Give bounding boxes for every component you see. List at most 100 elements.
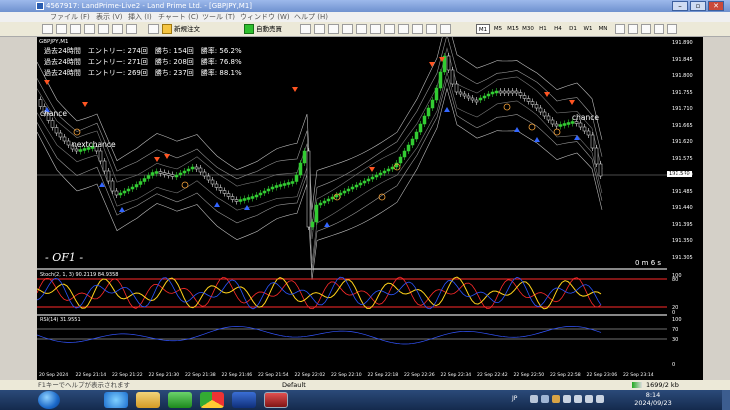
timeframe-m1[interactable]: M1 — [476, 24, 490, 34]
menu-help[interactable]: ヘルプ (H) — [294, 12, 328, 22]
clock[interactable]: 8:14 2024/09/23 — [628, 391, 678, 407]
rsi-tick: 30 — [672, 337, 679, 343]
menu-insert[interactable]: 挿入 (I) — [128, 12, 152, 22]
ime-indicator[interactable]: JP — [512, 395, 517, 402]
ie-taskbar-icon[interactable] — [104, 392, 128, 408]
tester-icon[interactable] — [126, 24, 137, 34]
candle — [254, 194, 259, 198]
market-watch-icon[interactable] — [70, 24, 81, 34]
chrome-taskbar-icon[interactable] — [200, 392, 224, 408]
envelope-band — [37, 87, 603, 280]
menu-view[interactable]: 表示 (V) — [96, 12, 122, 22]
candle — [214, 183, 219, 188]
auto-trading-button[interactable]: 自動売買 — [244, 22, 282, 36]
profiles-icon[interactable] — [56, 24, 67, 34]
candle — [586, 130, 591, 136]
candle — [386, 168, 391, 172]
tray-icon-4[interactable] — [563, 395, 571, 403]
traffic-status: 1699/2 kb — [646, 381, 679, 389]
buy-arrow-icon — [444, 107, 450, 112]
candle — [410, 138, 415, 146]
terminal-icon[interactable] — [112, 24, 123, 34]
start-button[interactable] — [38, 391, 60, 409]
price-tick: 191.665 — [672, 122, 693, 129]
tray-icon-5[interactable] — [574, 395, 582, 403]
autoscroll-icon[interactable] — [384, 24, 395, 34]
timeframe-m15[interactable]: M15 — [506, 24, 520, 34]
timeframe-m30[interactable]: M30 — [521, 24, 535, 34]
timeframe-d1[interactable]: D1 — [566, 24, 580, 34]
sell-arrow-icon — [44, 80, 50, 85]
vline-icon[interactable] — [641, 24, 651, 34]
candle — [154, 171, 159, 174]
timeframe-w1[interactable]: W1 — [581, 24, 595, 34]
candle — [490, 91, 495, 95]
minimize-button[interactable]: – — [672, 1, 688, 11]
menu-window[interactable]: ウィンドウ (W) — [240, 12, 290, 22]
mt4-taskbar-icon[interactable] — [264, 392, 288, 408]
candle — [302, 150, 307, 164]
candle — [162, 172, 167, 175]
line-chart-icon[interactable] — [328, 24, 339, 34]
time-tick: 22 Sep 23:14 — [623, 372, 654, 378]
network-icon[interactable] — [585, 395, 593, 403]
show-desktop-button[interactable] — [722, 390, 730, 410]
candle — [362, 180, 367, 184]
chart-area[interactable]: 20 Sep 2024 22 Sep 21:14 22 Sep 21:22 22 Se… — [37, 37, 667, 380]
candle — [438, 71, 443, 89]
pane-separator — [37, 268, 667, 270]
candle — [478, 97, 483, 101]
buy-arrow-icon — [534, 137, 540, 142]
candle — [158, 171, 163, 174]
app-taskbar-icon[interactable] — [232, 392, 256, 408]
tile-icon[interactable] — [370, 24, 381, 34]
restore-button[interactable]: ▫ — [690, 1, 706, 11]
timeframe-h1[interactable]: H1 — [536, 24, 550, 34]
bar-chart-icon[interactable] — [300, 24, 311, 34]
menu-file[interactable]: ファイル (F) — [50, 12, 90, 22]
candle — [234, 199, 239, 202]
window-title: 4567917: LandPrime-Live2 - Land Prime Lt… — [46, 2, 253, 10]
hline-icon[interactable] — [654, 24, 664, 34]
candle — [310, 221, 315, 228]
tray-icon-2[interactable] — [541, 395, 549, 403]
candle — [538, 107, 543, 113]
volume-icon[interactable] — [596, 395, 604, 403]
close-button[interactable]: ✕ — [708, 1, 724, 11]
chart-shift-icon[interactable] — [398, 24, 409, 34]
tray-icon-1[interactable] — [530, 395, 538, 403]
help-hint: F1キーでヘルプが表示されます — [38, 381, 130, 389]
timeframe-h4[interactable]: H4 — [551, 24, 565, 34]
new-order-button[interactable]: 新規注文 — [162, 22, 200, 36]
tray-icon-3[interactable] — [552, 395, 560, 403]
media-taskbar-icon[interactable] — [168, 392, 192, 408]
price-axis: 191.549 191.890 191.845 191.800 191.755 191.… — [667, 37, 703, 380]
explorer-taskbar-icon[interactable] — [136, 392, 160, 408]
crosshair-tool-icon[interactable] — [628, 24, 638, 34]
periods-icon[interactable] — [426, 24, 437, 34]
candle — [222, 190, 227, 194]
menu-chart[interactable]: チャート (C) — [158, 12, 199, 22]
indicators-icon[interactable] — [412, 24, 423, 34]
new-chart-icon[interactable] — [42, 24, 53, 34]
timeframe-m5[interactable]: M5 — [491, 24, 505, 34]
price-tick: 191.890 — [672, 40, 693, 46]
candle — [282, 183, 287, 186]
cursor-icon[interactable] — [615, 24, 625, 34]
navigator-icon[interactable] — [98, 24, 109, 34]
crosshair-icon[interactable] — [148, 24, 159, 34]
zoom-in-icon[interactable] — [342, 24, 353, 34]
timeframe-mn[interactable]: MN — [596, 24, 610, 34]
trendline-icon[interactable] — [667, 24, 677, 34]
candle — [446, 55, 451, 71]
candle — [306, 150, 311, 228]
menu-tools[interactable]: ツール (T) — [202, 12, 235, 22]
zoom-out-icon[interactable] — [356, 24, 367, 34]
templates-icon[interactable] — [440, 24, 451, 34]
data-window-icon[interactable] — [84, 24, 95, 34]
candle — [118, 192, 123, 196]
candle-chart-icon[interactable] — [314, 24, 325, 34]
time-tick: 22 Sep 21:54 — [258, 372, 289, 378]
candle — [230, 196, 235, 200]
auto-trading-icon — [244, 24, 254, 34]
